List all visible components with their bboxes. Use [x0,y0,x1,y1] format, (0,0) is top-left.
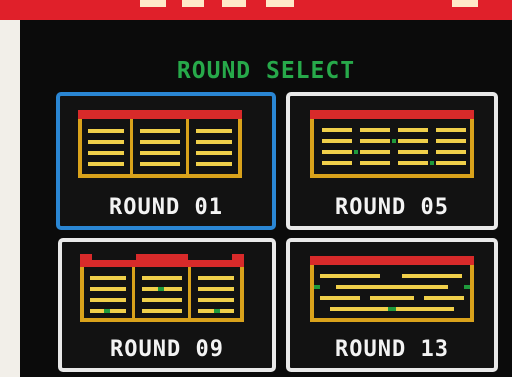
stage-preview-icon [310,110,474,178]
round-card-13[interactable]: ROUND 13 [286,238,498,372]
banner-fragment [452,0,478,7]
round-card-01[interactable]: ROUND 01 [56,92,276,230]
round-label: ROUND 05 [335,195,449,220]
round-select-title: ROUND SELECT [176,58,356,84]
top-banner [0,0,512,20]
banner-fragment [222,0,246,7]
stage-preview-icon [310,256,474,322]
round-label: ROUND 09 [110,337,224,362]
stage-preview-icon [80,254,244,322]
banner-fragment [266,0,294,7]
banner-fragment [182,0,204,7]
round-label: ROUND 01 [109,195,223,220]
round-card-09[interactable]: ROUND 09 [58,238,276,372]
stage-preview-icon [78,110,242,178]
banner-fragment [140,0,166,7]
round-card-05[interactable]: ROUND 05 [286,92,498,230]
round-label: ROUND 13 [335,337,449,362]
game-screen: ROUND SELECT ROUND 01 ROUND 05 ROUND 09 … [20,20,512,377]
